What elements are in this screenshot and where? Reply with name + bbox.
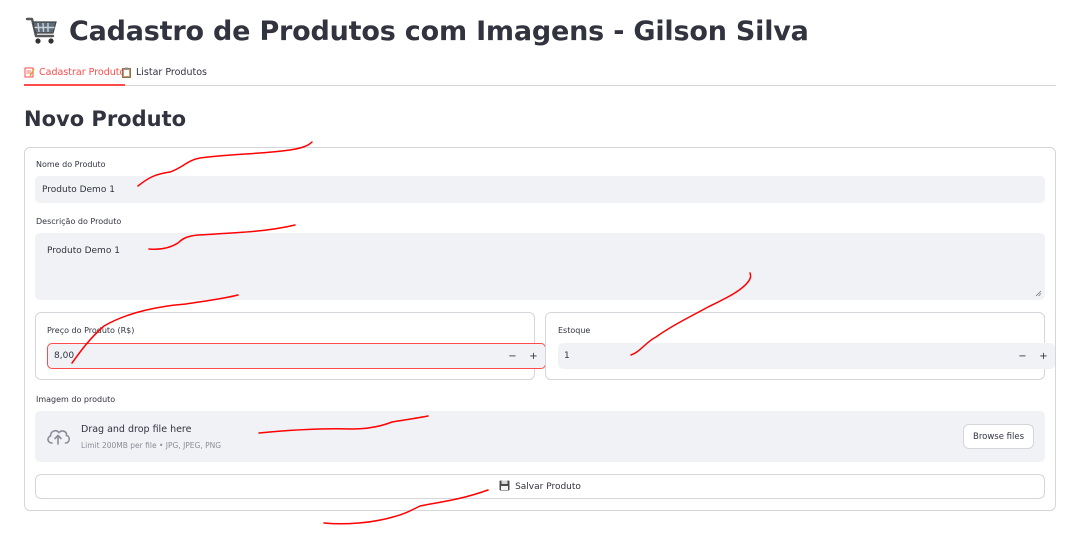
- image-label: Imagem do produto: [36, 395, 116, 404]
- name-label: Nome do Produto: [36, 160, 106, 169]
- tab-bar: Cadastrar Produto Listar Produtos: [24, 60, 1056, 86]
- price-increment-button[interactable]: +: [523, 344, 544, 368]
- section-title: Novo Produto: [24, 107, 187, 131]
- floppy-disk-icon: [499, 480, 510, 494]
- price-label: Preço do Produto (R$): [47, 326, 135, 335]
- price-decrement-button[interactable]: −: [502, 344, 523, 368]
- stock-increment-button[interactable]: +: [1033, 343, 1054, 369]
- tab-label: Cadastrar Produto: [39, 66, 126, 78]
- stock-decrement-button[interactable]: −: [1012, 343, 1033, 369]
- tab-listar-produtos[interactable]: Listar Produtos: [121, 60, 207, 85]
- dropzone-title: Drag and drop file here: [81, 424, 192, 435]
- save-product-button[interactable]: Salvar Produto: [35, 474, 1045, 499]
- product-description-textarea[interactable]: Produto Demo 1: [35, 233, 1045, 300]
- shopping-cart-icon: [25, 16, 59, 46]
- price-value: 8,00: [54, 351, 75, 361]
- stock-input[interactable]: 1 − +: [558, 343, 1055, 369]
- resize-handle-icon[interactable]: [1035, 290, 1042, 297]
- description-label: Descrição do Produto: [36, 217, 122, 226]
- browse-files-button[interactable]: Browse files: [963, 424, 1034, 449]
- page-header: Cadastro de Produtos com Imagens - Gilso…: [25, 12, 809, 50]
- tab-cadastrar-produto[interactable]: Cadastrar Produto: [24, 60, 126, 86]
- price-input[interactable]: 8,00 − +: [47, 343, 546, 369]
- description-value: Produto Demo 1: [47, 246, 120, 256]
- stock-label: Estoque: [558, 326, 591, 335]
- dropzone-subtitle: Limit 200MB per file • JPG, JPEG, PNG: [81, 441, 222, 450]
- memo-icon: [24, 67, 35, 78]
- clipboard-icon: [121, 67, 132, 78]
- tab-label: Listar Produtos: [136, 67, 207, 78]
- product-name-input[interactable]: Produto Demo 1: [35, 176, 1045, 203]
- file-dropzone[interactable]: [35, 411, 1045, 462]
- save-button-label: Salvar Produto: [515, 481, 581, 492]
- stock-value: 1: [564, 351, 570, 361]
- page-title: Cadastro de Produtos com Imagens - Gilso…: [69, 15, 809, 47]
- cloud-upload-icon: [45, 426, 71, 450]
